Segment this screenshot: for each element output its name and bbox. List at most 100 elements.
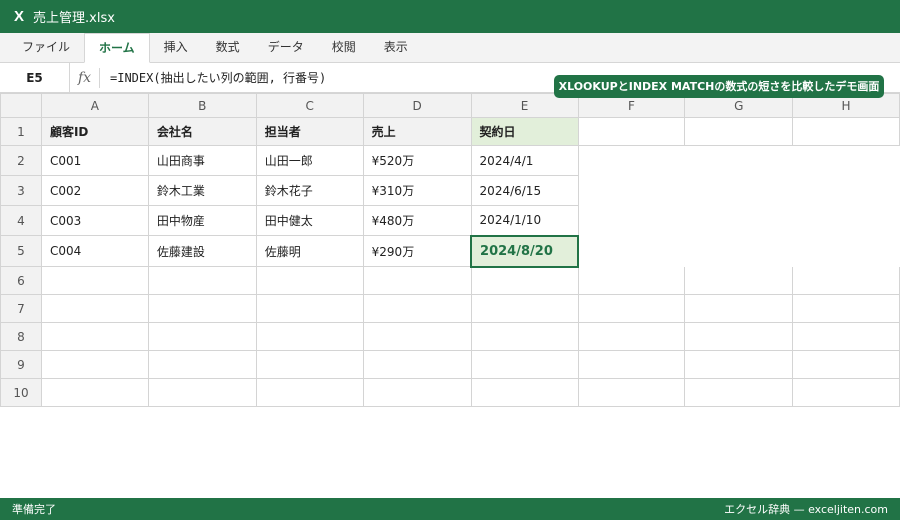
cell-H7[interactable] xyxy=(792,294,900,323)
tab-home[interactable]: ホーム xyxy=(84,33,150,63)
cell-H4[interactable] xyxy=(793,206,900,236)
cell-E1[interactable]: 契約日 xyxy=(470,117,579,146)
cell-H2[interactable] xyxy=(793,146,900,176)
cell-C6[interactable] xyxy=(255,266,364,295)
name-box[interactable]: E5 xyxy=(0,62,70,93)
cell-H8[interactable] xyxy=(792,322,900,351)
cell-F5[interactable] xyxy=(578,236,685,267)
cell-B1[interactable]: 会社名 xyxy=(147,117,257,146)
cell-B5[interactable]: 佐藤建設 xyxy=(147,235,257,267)
cell-G7[interactable] xyxy=(684,294,794,323)
formula-input[interactable]: =INDEX(抽出したい列の範囲, 行番号) xyxy=(100,69,326,86)
row-header[interactable]: 7 xyxy=(0,294,42,323)
cell-B3[interactable]: 鈴木工業 xyxy=(147,175,257,206)
column-header[interactable]: D xyxy=(362,93,472,118)
cell-D2[interactable]: ¥520万 xyxy=(362,145,472,176)
cell-B4[interactable]: 田中物産 xyxy=(147,205,257,236)
cell-G6[interactable] xyxy=(684,266,794,295)
row-header[interactable]: 2 xyxy=(0,145,42,176)
cell-D10[interactable] xyxy=(362,378,472,407)
cell-C5[interactable]: 佐藤明 xyxy=(255,235,364,267)
cell-H10[interactable] xyxy=(792,378,900,407)
cell-B7[interactable] xyxy=(147,294,257,323)
select-all-corner[interactable] xyxy=(0,93,42,118)
fx-icon[interactable]: fx xyxy=(70,67,100,88)
cell-G3[interactable] xyxy=(685,176,793,206)
cell-C10[interactable] xyxy=(255,378,364,407)
cell-E2[interactable]: 2024/4/1 xyxy=(470,145,579,176)
cell-E4[interactable]: 2024/1/10 xyxy=(470,205,579,236)
cell-F2[interactable] xyxy=(578,146,685,176)
cell-C4[interactable]: 田中健太 xyxy=(255,205,364,236)
tab-data[interactable]: データ xyxy=(254,33,318,62)
cell-D3[interactable]: ¥310万 xyxy=(362,175,472,206)
cell-A7[interactable] xyxy=(40,294,149,323)
row-header[interactable]: 8 xyxy=(0,322,42,351)
row-header[interactable]: 1 xyxy=(0,117,42,146)
tab-insert[interactable]: 挿入 xyxy=(150,33,202,62)
tab-review[interactable]: 校閲 xyxy=(318,33,370,62)
cell-E6[interactable] xyxy=(470,266,579,295)
cell-C3[interactable]: 鈴木花子 xyxy=(255,175,364,206)
cell-G1[interactable] xyxy=(684,117,794,146)
cell-A6[interactable] xyxy=(40,266,149,295)
cell-C9[interactable] xyxy=(255,350,364,379)
cell-H9[interactable] xyxy=(792,350,900,379)
column-header[interactable]: B xyxy=(147,93,257,118)
cell-C1[interactable]: 担当者 xyxy=(255,117,364,146)
cell-H1[interactable] xyxy=(792,117,900,146)
cell-F6[interactable] xyxy=(577,266,686,295)
cell-H3[interactable] xyxy=(793,176,900,206)
cell-H5[interactable] xyxy=(793,236,900,267)
cell-A8[interactable] xyxy=(40,322,149,351)
cell-B2[interactable]: 山田商事 xyxy=(147,145,257,176)
cell-G8[interactable] xyxy=(684,322,794,351)
tab-formulas[interactable]: 数式 xyxy=(202,33,254,62)
cell-B6[interactable] xyxy=(147,266,257,295)
row-header[interactable]: 6 xyxy=(0,266,42,295)
cell-D8[interactable] xyxy=(362,322,472,351)
cell-D1[interactable]: 売上 xyxy=(362,117,472,146)
cell-A9[interactable] xyxy=(40,350,149,379)
tab-file[interactable]: ファイル xyxy=(8,33,84,62)
cell-A1[interactable]: 顧客ID xyxy=(40,117,149,146)
cell-F4[interactable] xyxy=(578,206,685,236)
tab-view[interactable]: 表示 xyxy=(370,33,422,62)
cell-E3[interactable]: 2024/6/15 xyxy=(470,175,579,206)
cell-F9[interactable] xyxy=(577,350,686,379)
cell-F8[interactable] xyxy=(577,322,686,351)
cell-G10[interactable] xyxy=(684,378,794,407)
cell-A2[interactable]: C001 xyxy=(40,145,149,176)
cell-D6[interactable] xyxy=(362,266,472,295)
row-header[interactable]: 9 xyxy=(0,350,42,379)
cell-A4[interactable]: C003 xyxy=(40,205,149,236)
cell-F1[interactable] xyxy=(577,117,686,146)
cell-E9[interactable] xyxy=(470,350,579,379)
row-header[interactable]: 4 xyxy=(0,205,42,236)
column-header[interactable]: C xyxy=(255,93,364,118)
cell-D4[interactable]: ¥480万 xyxy=(362,205,472,236)
cell-D5[interactable]: ¥290万 xyxy=(362,235,472,267)
row-header[interactable]: 10 xyxy=(0,378,42,407)
row-header[interactable]: 3 xyxy=(0,175,42,206)
cell-C2[interactable]: 山田一郎 xyxy=(255,145,364,176)
cell-C8[interactable] xyxy=(255,322,364,351)
cell-D7[interactable] xyxy=(362,294,472,323)
column-header[interactable]: A xyxy=(40,93,149,118)
cell-G2[interactable] xyxy=(685,146,793,176)
cell-A10[interactable] xyxy=(40,378,149,407)
cell-E7[interactable] xyxy=(470,294,579,323)
cell-C7[interactable] xyxy=(255,294,364,323)
row-header[interactable]: 5 xyxy=(0,235,42,267)
cell-B9[interactable] xyxy=(147,350,257,379)
cell-F7[interactable] xyxy=(577,294,686,323)
cell-H6[interactable] xyxy=(792,266,900,295)
cell-B10[interactable] xyxy=(147,378,257,407)
cell-B8[interactable] xyxy=(147,322,257,351)
cell-G5[interactable] xyxy=(685,236,793,267)
cell-A5[interactable]: C004 xyxy=(40,235,149,267)
cell-D9[interactable] xyxy=(362,350,472,379)
cell-G9[interactable] xyxy=(684,350,794,379)
cell-E8[interactable] xyxy=(470,322,579,351)
cell-F10[interactable] xyxy=(577,378,686,407)
